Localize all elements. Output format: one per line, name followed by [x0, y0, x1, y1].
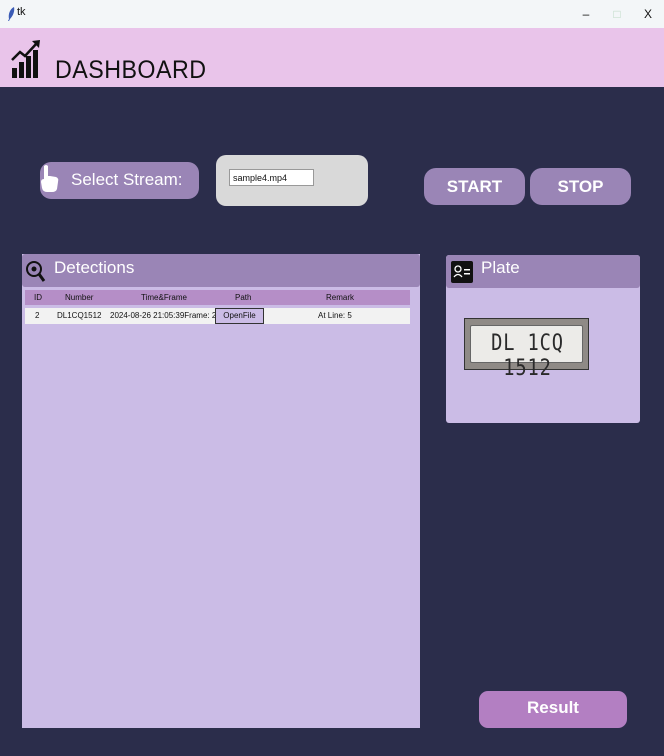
start-button[interactable]: START [424, 168, 525, 205]
plate-header [446, 255, 640, 288]
detections-table: ID Number Time&Frame Path Remark 2 DL1CQ… [25, 290, 410, 324]
result-button[interactable]: Result [479, 691, 627, 728]
window-titlebar: tk – □ X [0, 0, 664, 28]
plate-title: Plate [481, 258, 520, 277]
id-card-icon [451, 261, 473, 283]
detections-panel [22, 254, 420, 728]
column-header-remark[interactable]: Remark [326, 290, 354, 305]
window-title: tk [17, 6, 26, 18]
select-stream-label: Select Stream: [71, 170, 183, 189]
dashboard-header: DASHBOARD [0, 28, 664, 87]
cell-number: DL1CQ1512 [57, 311, 102, 320]
license-plate-image: DL 1CQ 1512 [464, 318, 589, 381]
license-plate: DL 1CQ 1512 [470, 325, 583, 381]
cell-id: 2 [35, 311, 40, 320]
cell-time-frame: 2024-08-26 21:05:39Frame: 2 [110, 311, 217, 320]
page-title: DASHBOARD [55, 56, 207, 84]
hand-pointer-icon [41, 165, 59, 192]
table-header: ID Number Time&Frame Path Remark [25, 290, 410, 305]
stream-input[interactable] [229, 169, 314, 186]
feather-icon [8, 7, 15, 21]
table-row[interactable]: 2 DL1CQ1512 2024-08-26 21:05:39Frame: 2 … [25, 308, 410, 324]
maximize-button[interactable]: □ [602, 3, 632, 25]
column-header-number[interactable]: Number [65, 290, 93, 305]
license-plate-text: DL 1CQ 1512 [491, 331, 564, 381]
open-file-button[interactable]: OpenFile [215, 308, 264, 324]
bar-chart-trend-icon [11, 40, 40, 78]
magnifier-icon [26, 261, 46, 282]
column-header-id[interactable]: ID [34, 290, 42, 305]
minimize-button[interactable]: – [571, 3, 601, 25]
detections-title: Detections [54, 258, 135, 277]
column-header-path[interactable]: Path [235, 290, 251, 305]
cell-remark: At Line: 5 [318, 311, 352, 320]
column-header-time-frame[interactable]: Time&Frame [141, 290, 187, 305]
stop-button[interactable]: STOP [530, 168, 631, 205]
close-button[interactable]: X [633, 3, 663, 25]
